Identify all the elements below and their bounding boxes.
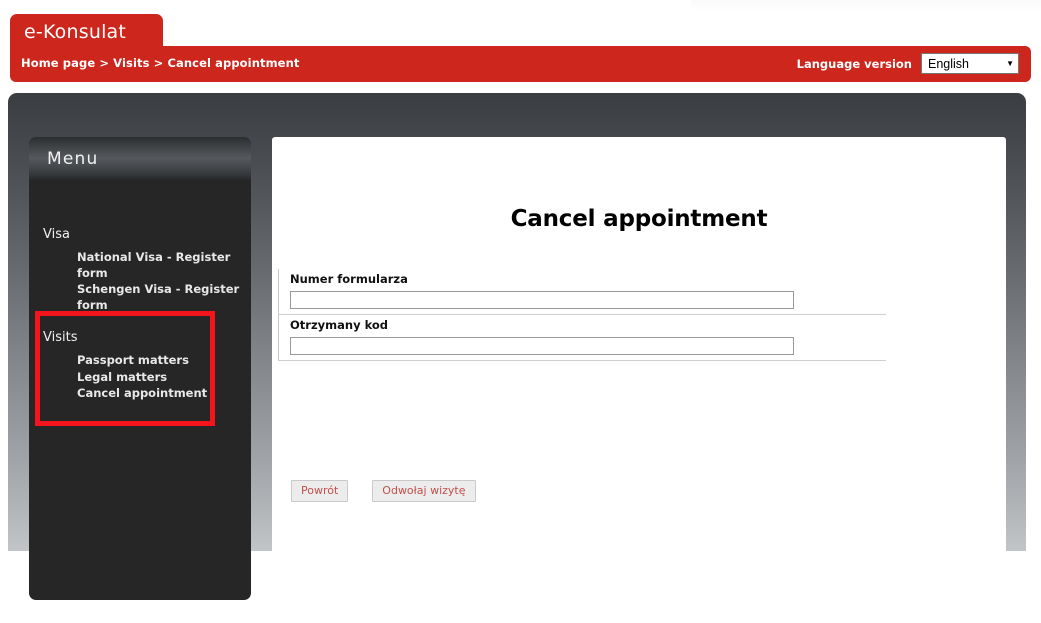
brand-tab[interactable]: e-Konsulat xyxy=(10,14,163,50)
menu-group-visits: Visits Passport matters Legal matters Ca… xyxy=(29,330,251,403)
menu-group-title-visits: Visits xyxy=(43,330,78,345)
form-row-form-number: Numer formularza xyxy=(278,269,886,315)
sidebar-item-passport-matters[interactable]: Passport matters xyxy=(77,353,251,370)
label-otrzymany-kod: Otrzymany kod xyxy=(290,318,389,332)
sidebar-item-cancel-appointment[interactable]: Cancel appointment xyxy=(77,386,251,403)
language-select-value: English xyxy=(928,56,969,71)
brand-title: e-Konsulat xyxy=(24,21,127,43)
label-numer-formularza: Numer formularza xyxy=(290,272,408,286)
input-otrzymany-kod[interactable] xyxy=(290,337,794,355)
sidebar-item-national-visa[interactable]: National Visa - Register form xyxy=(77,250,251,282)
sidebar: Menu Visa National Visa - Register form … xyxy=(29,137,251,600)
language-selector: Language version English ▼ xyxy=(797,53,1019,74)
chevron-down-icon: ▼ xyxy=(1006,58,1014,68)
menu-items-visits: Passport matters Legal matters Cancel ap… xyxy=(29,353,251,403)
page-title: Cancel appointment xyxy=(510,206,768,232)
form-row-received-code: Otrzymany kod xyxy=(278,315,886,361)
back-button[interactable]: Powrót xyxy=(291,480,349,502)
sidebar-body: Visa National Visa - Register form Schen… xyxy=(29,181,251,403)
menu-group-title-visa: Visa xyxy=(43,227,70,242)
menu-group-spacer xyxy=(29,318,251,330)
menu-items-visa: National Visa - Register form Schengen V… xyxy=(29,250,251,314)
language-label: Language version xyxy=(796,56,912,71)
top-strip xyxy=(0,0,1041,14)
form-button-row: Powrót Odwołaj wizytę xyxy=(291,480,476,502)
cancel-appointment-form: Numer formularza Otrzymany kod xyxy=(278,269,886,361)
language-select[interactable]: English ▼ xyxy=(921,53,1019,74)
cancel-visit-button[interactable]: Odwołaj wizytę xyxy=(372,480,476,502)
input-numer-formularza[interactable] xyxy=(290,291,794,309)
sidebar-item-legal-matters[interactable]: Legal matters xyxy=(77,370,251,387)
sidebar-header: Menu xyxy=(29,137,251,181)
top-strip-tint xyxy=(691,0,1041,12)
sidebar-title: Menu xyxy=(47,149,99,169)
sidebar-item-schengen-visa[interactable]: Schengen Visa - Register form xyxy=(77,282,251,314)
menu-group-visa: Visa National Visa - Register form Schen… xyxy=(29,227,251,314)
breadcrumb[interactable]: Home page > Visits > Cancel appointment xyxy=(21,56,299,70)
